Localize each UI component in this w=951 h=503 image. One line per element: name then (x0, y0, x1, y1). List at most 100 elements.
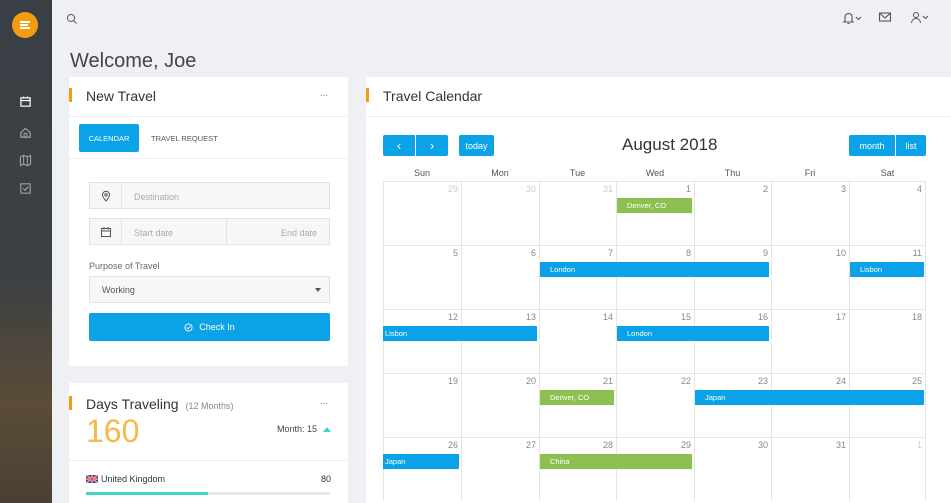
calendar-event[interactable]: Denver, CO (617, 198, 692, 213)
calendar-day-cell[interactable]: 9 (694, 245, 771, 309)
brand-logo[interactable] (12, 12, 38, 38)
calendar-icon (90, 219, 122, 244)
date-range-field[interactable]: Start date End date (89, 218, 330, 245)
calendar-day-cell[interactable]: 24 (771, 373, 849, 437)
user-menu[interactable] (910, 11, 929, 24)
day-number: 29 (680, 440, 691, 450)
destination-field[interactable]: Destination (89, 182, 330, 209)
end-date-input[interactable]: End date (281, 228, 317, 238)
check-in-label: Check In (199, 322, 235, 332)
accent-bar (69, 88, 72, 102)
calendar-day-cell[interactable]: 3 (771, 181, 849, 245)
day-number: 20 (525, 376, 536, 386)
calendar-day-cell[interactable]: 31 (771, 437, 849, 501)
calendar-day-cell[interactable]: 12 (383, 309, 461, 373)
days-traveling-subtitle: (12 Months) (185, 401, 234, 411)
calendar-event[interactable]: Japan (695, 390, 924, 405)
day-number: 5 (452, 248, 458, 258)
calendar-event[interactable]: Lisbon (850, 262, 924, 277)
check-in-button[interactable]: Check In (89, 313, 330, 341)
day-number: 26 (447, 440, 458, 450)
mail-icon[interactable] (878, 11, 892, 23)
today-button[interactable]: today (459, 135, 494, 156)
month-view-button[interactable]: month (849, 135, 895, 156)
calendar-day-cell[interactable]: 10 (771, 245, 849, 309)
calendar-day-cell[interactable]: 22 (616, 373, 694, 437)
calendar-day-cell[interactable]: 29 (383, 181, 461, 245)
calendar-day-cell[interactable]: 23 (694, 373, 771, 437)
prev-month-button[interactable]: ‹ (383, 135, 415, 156)
start-date-input[interactable]: Start date (134, 228, 173, 238)
calendar-day-cell[interactable]: 26 (383, 437, 461, 501)
calendar-day-cell[interactable]: 28 (539, 437, 616, 501)
day-number: 15 (680, 312, 691, 322)
weekday-header: Sat (880, 168, 895, 178)
calendar-day-cell[interactable]: 25 (849, 373, 926, 437)
calendar-event[interactable]: Denver, CO (540, 390, 614, 405)
more-options-button[interactable]: ... (320, 88, 328, 99)
calendar-event[interactable]: Japan (383, 454, 459, 469)
calendar-day-cell[interactable]: 11 (849, 245, 926, 309)
calendar-nav-icon[interactable] (16, 92, 34, 110)
mail-button[interactable] (878, 11, 892, 23)
calendar-day-cell[interactable]: 4 (849, 181, 926, 245)
calendar-day-cell[interactable]: 16 (694, 309, 771, 373)
calendar-day-cell[interactable]: 19 (383, 373, 461, 437)
accent-bar (69, 396, 72, 410)
day-number: 23 (757, 376, 768, 386)
home-nav-icon[interactable] (16, 123, 34, 141)
weekday-header: Wed (645, 168, 665, 178)
calendar-day-cell[interactable]: 2 (694, 181, 771, 245)
purpose-select[interactable]: Working (89, 276, 330, 303)
day-number: 1 (916, 440, 922, 450)
calendar-day-cell[interactable]: 30 (694, 437, 771, 501)
day-number: 14 (602, 312, 613, 322)
map-nav-icon[interactable] (16, 151, 34, 169)
accent-bar (366, 88, 369, 102)
day-number: 29 (447, 184, 458, 194)
calendar-day-cell[interactable]: 17 (771, 309, 849, 373)
days-total: 160 (86, 413, 140, 449)
calendar-day-cell[interactable]: 1 (616, 181, 694, 245)
calendar-day-cell[interactable]: 30 (461, 181, 539, 245)
country-name: United Kingdom (101, 474, 166, 484)
new-travel-card: New Travel ... CALENDAR TRAVEL REQUEST D… (69, 77, 348, 366)
calendar-event[interactable]: London (617, 326, 769, 341)
tab-travel-request[interactable]: TRAVEL REQUEST (151, 134, 218, 143)
calendar-day-cell[interactable]: 14 (539, 309, 616, 373)
day-number: 8 (685, 248, 691, 258)
day-number: 18 (911, 312, 922, 322)
more-options-button[interactable]: ... (320, 396, 328, 407)
calendar-event[interactable]: China (540, 454, 692, 469)
next-month-button[interactable]: › (416, 135, 448, 156)
calendar-event[interactable]: Lisbon (383, 326, 537, 341)
location-pin-icon (90, 183, 122, 208)
day-number: 3 (840, 184, 846, 194)
search-icon[interactable] (66, 13, 78, 25)
notifications-menu[interactable] (842, 11, 862, 25)
calendar-day-cell[interactable]: 8 (616, 245, 694, 309)
calendar-day-cell[interactable]: 5 (383, 245, 461, 309)
tasks-nav-icon[interactable] (16, 179, 34, 197)
calendar-day-cell[interactable]: 18 (849, 309, 926, 373)
days-traveling-title: Days Traveling (12 Months) (86, 396, 234, 412)
calendar-day-cell[interactable]: 29 (616, 437, 694, 501)
calendar-day-cell[interactable]: 6 (461, 245, 539, 309)
uk-flag-icon (86, 475, 98, 483)
calendar-event[interactable]: London (540, 262, 769, 277)
calendar-day-cell[interactable]: 21 (539, 373, 616, 437)
list-view-button[interactable]: list (896, 135, 926, 156)
calendar-day-cell[interactable]: 1 (849, 437, 926, 501)
country-progress-fill (86, 492, 208, 495)
user-icon[interactable] (910, 11, 922, 24)
calendar-day-cell[interactable]: 13 (461, 309, 539, 373)
calendar-day-cell[interactable]: 7 (539, 245, 616, 309)
bell-icon[interactable] (842, 11, 855, 25)
tab-calendar[interactable]: CALENDAR (79, 124, 139, 152)
calendar-day-cell[interactable]: 20 (461, 373, 539, 437)
calendar-day-cell[interactable]: 27 (461, 437, 539, 501)
day-number: 30 (757, 440, 768, 450)
calendar-day-cell[interactable]: 31 (539, 181, 616, 245)
calendar-day-cell[interactable]: 15 (616, 309, 694, 373)
country-value: 80 (320, 474, 331, 484)
